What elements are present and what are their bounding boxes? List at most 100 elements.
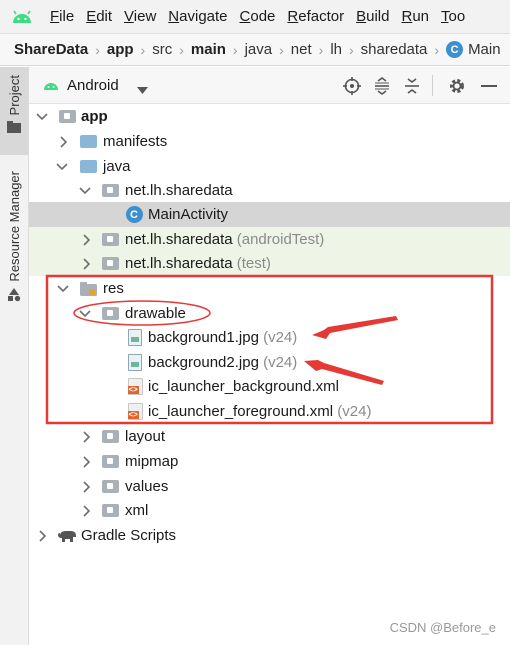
- chevron-right-icon: ›: [232, 41, 238, 58]
- chevron-right-icon[interactable]: [37, 529, 49, 542]
- menu-build[interactable]: Build: [350, 8, 395, 25]
- tree-label-package-test: net.lh.sharedata (test): [125, 255, 271, 272]
- folder-icon: [7, 121, 21, 134]
- menu-tools[interactable]: Too: [435, 8, 471, 25]
- tree-label-background1: background1.jpg (v24): [148, 329, 298, 346]
- tree-label-manifests: manifests: [103, 133, 168, 150]
- package-icon: [101, 255, 119, 273]
- tree-label-background2: background2.jpg (v24): [148, 354, 298, 371]
- menu-edit[interactable]: Edit: [80, 8, 118, 25]
- chevron-right-icon[interactable]: [81, 430, 93, 443]
- resource-manager-tool-tab[interactable]: Resource Manager: [0, 171, 28, 321]
- gradle-elephant-icon: [56, 527, 78, 545]
- tree-row-mainactivity[interactable]: C MainActivity: [29, 202, 510, 227]
- tree-row-mipmap[interactable]: mipmap: [29, 449, 510, 474]
- class-icon: C: [125, 206, 143, 224]
- breadcrumb-lh[interactable]: lh: [330, 41, 342, 58]
- tree-label-mipmap: mipmap: [125, 453, 179, 470]
- tree-label-mainactivity: MainActivity: [148, 206, 229, 223]
- tree-row-layout[interactable]: layout: [29, 424, 510, 449]
- tree-row-values[interactable]: values: [29, 474, 510, 499]
- breadcrumb-project[interactable]: ShareData: [14, 41, 88, 58]
- locate-icon[interactable]: [342, 76, 362, 96]
- tree-label-drawable: drawable: [125, 305, 186, 322]
- tree-label-layout: layout: [125, 428, 166, 445]
- tree-row-ic-launcher-foreground[interactable]: ic_launcher_foreground.xml (v24): [29, 399, 510, 424]
- folder-icon: [101, 453, 119, 471]
- package-icon: [101, 231, 119, 249]
- chevron-right-icon: ›: [140, 41, 146, 58]
- project-tool-tab[interactable]: Project: [0, 67, 28, 155]
- tree-row-package-main[interactable]: net.lh.sharedata: [29, 178, 510, 203]
- breadcrumb-java[interactable]: java: [245, 41, 273, 58]
- tree-row-res[interactable]: res: [29, 276, 510, 301]
- xml-file-icon: [126, 378, 144, 396]
- breadcrumb-sharedata[interactable]: sharedata: [361, 41, 428, 58]
- folder-icon: [79, 158, 97, 176]
- chevron-right-icon: ›: [349, 41, 354, 58]
- tool-window-strip: Project Resource Manager: [0, 67, 29, 645]
- tree-row-package-androidtest[interactable]: net.lh.sharedata (androidTest): [29, 227, 510, 252]
- shapes-icon: [8, 287, 21, 301]
- breadcrumb-main[interactable]: main: [191, 41, 226, 58]
- chevron-right-icon[interactable]: [58, 135, 70, 148]
- project-panel-header: Android: [29, 67, 510, 104]
- chevron-down-icon[interactable]: [79, 308, 91, 320]
- breadcrumb-module[interactable]: app: [107, 41, 134, 58]
- chevron-down-icon[interactable]: [56, 161, 68, 173]
- tree-label-values: values: [125, 478, 169, 495]
- folder-icon: [101, 478, 119, 496]
- folder-icon: [79, 133, 97, 151]
- menu-refactor[interactable]: Refactor: [281, 8, 350, 25]
- image-file-icon: [126, 329, 144, 347]
- chevron-right-icon: ›: [318, 41, 324, 58]
- breadcrumb-mainactivity[interactable]: Main: [468, 41, 501, 58]
- chevron-down-icon[interactable]: [79, 185, 91, 197]
- tree-row-drawable[interactable]: drawable: [29, 301, 510, 326]
- module-folder-icon: [58, 108, 76, 126]
- view-mode-selector[interactable]: Android: [67, 77, 119, 94]
- tree-row-xml[interactable]: xml: [29, 498, 510, 523]
- chevron-right-icon: ›: [179, 41, 184, 58]
- android-logo-icon: [0, 0, 44, 33]
- tree-label-res: res: [103, 280, 124, 297]
- csdn-watermark: CSDN @Before_e: [389, 620, 496, 635]
- tree-row-background1[interactable]: background1.jpg (v24): [29, 325, 510, 350]
- menu-code[interactable]: Code: [234, 8, 282, 25]
- minimize-icon[interactable]: [479, 76, 499, 96]
- gear-icon[interactable]: [447, 76, 467, 96]
- menu-view[interactable]: View: [118, 8, 162, 25]
- menu-run[interactable]: Run: [395, 8, 435, 25]
- package-icon: [101, 182, 119, 200]
- image-file-icon: [126, 354, 144, 372]
- expand-all-icon[interactable]: [372, 76, 392, 96]
- tree-label-package-androidtest: net.lh.sharedata (androidTest): [125, 231, 325, 248]
- tree-row-background2[interactable]: background2.jpg (v24): [29, 350, 510, 375]
- tree-row-ic-launcher-background[interactable]: ic_launcher_background.xml: [29, 374, 510, 399]
- tree-row-app[interactable]: app: [29, 104, 510, 129]
- chevron-right-icon[interactable]: [81, 257, 93, 270]
- tree-row-java[interactable]: java: [29, 154, 510, 179]
- folder-icon: [101, 428, 119, 446]
- menu-navigate[interactable]: Navigate: [162, 8, 233, 25]
- chevron-right-icon: ›: [279, 41, 284, 58]
- chevron-right-icon[interactable]: [81, 504, 93, 517]
- breadcrumb-net[interactable]: net: [291, 41, 312, 58]
- class-icon: C: [446, 41, 464, 58]
- chevron-down-icon[interactable]: [137, 81, 148, 98]
- project-tab-label: Project: [6, 75, 22, 116]
- tree-row-package-test[interactable]: net.lh.sharedata (test): [29, 251, 510, 276]
- tree-row-gradle-scripts[interactable]: Gradle Scripts: [29, 523, 510, 548]
- chevron-right-icon[interactable]: [81, 233, 93, 246]
- chevron-right-icon[interactable]: [81, 455, 93, 468]
- menu-file[interactable]: File: [44, 8, 80, 25]
- android-view-icon: [43, 78, 59, 95]
- collapse-all-icon[interactable]: [402, 76, 422, 96]
- tree-label-ic-launcher-foreground: ic_launcher_foreground.xml (v24): [148, 403, 372, 420]
- tree-row-manifests[interactable]: manifests: [29, 129, 510, 154]
- breadcrumb-src[interactable]: src: [152, 41, 172, 58]
- chevron-down-icon[interactable]: [36, 111, 48, 123]
- menu-bar: File Edit View Navigate Code Refactor Bu…: [0, 0, 510, 33]
- chevron-down-icon[interactable]: [57, 283, 69, 295]
- chevron-right-icon[interactable]: [81, 480, 93, 493]
